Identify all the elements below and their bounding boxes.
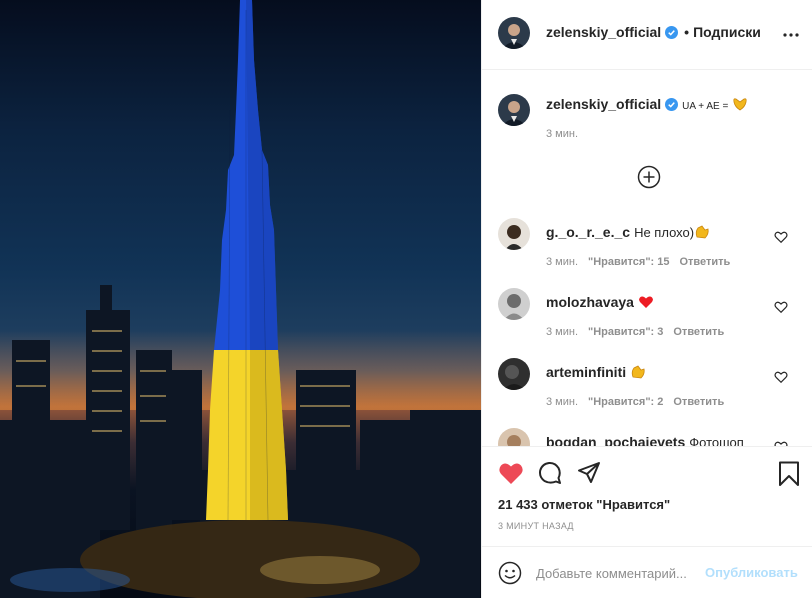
comment-time: 3 мин. xyxy=(546,326,579,338)
post-header: zelenskiy_official • Подписки xyxy=(482,0,812,70)
burj-khalifa-photo xyxy=(0,0,481,598)
heart-icon[interactable] xyxy=(498,461,524,485)
comments-list[interactable]: g._o._r._e._c Не плохо) 3 мин. "Нравится":… xyxy=(482,218,812,447)
caption-username[interactable]: zelenskiy_official xyxy=(546,96,661,112)
comment-text: Не плохо) xyxy=(634,225,695,240)
post-photo[interactable] xyxy=(0,0,481,598)
post-timestamp: 3 МИНУТ НАЗАД xyxy=(498,521,574,531)
caption-avatar[interactable] xyxy=(498,94,530,126)
comment-likes[interactable]: "Нравится": 15 xyxy=(588,256,669,268)
smiley-icon[interactable] xyxy=(498,561,522,585)
verified-icon xyxy=(665,98,679,111)
commenter-avatar[interactable] xyxy=(498,218,530,250)
commenter-avatar[interactable] xyxy=(498,358,530,390)
commenter-username[interactable]: g._o._r._e._c xyxy=(546,224,630,240)
comment-item: arteminfiniti 3 мин. "Нравится": 2 Ответит… xyxy=(482,358,812,428)
comment-time: 3 мин. xyxy=(546,256,579,268)
post-actions: 21 433 отметок "Нравится" 3 МИНУТ НАЗАД xyxy=(482,446,812,546)
heart-icon[interactable] xyxy=(774,230,788,244)
comment-item: g._o._r._e._c Не плохо) 3 мин. "Нравится":… xyxy=(482,218,812,288)
author-username[interactable]: zelenskiy_official xyxy=(546,24,661,40)
bookmark-icon[interactable] xyxy=(778,461,800,487)
likes-count[interactable]: 21 433 отметок "Нравится" xyxy=(498,497,670,512)
heart-icon[interactable] xyxy=(774,300,788,314)
heart-hands-emoji-icon xyxy=(733,98,747,111)
commenter-avatar[interactable] xyxy=(498,428,530,447)
publish-button[interactable]: Опубликовать xyxy=(705,565,798,580)
comment-icon[interactable] xyxy=(538,461,562,485)
comment-likes[interactable]: "Нравится": 3 xyxy=(588,326,663,338)
reply-button[interactable]: Ответить xyxy=(673,326,724,338)
author-avatar[interactable] xyxy=(498,17,530,49)
clap-hands-emoji-icon xyxy=(695,225,709,239)
caption-text: UA + AE = xyxy=(682,101,729,112)
comment-item: bogdan_pochaievets Фотошоп xyxy=(482,428,812,447)
verified-icon xyxy=(665,26,679,39)
commenter-username[interactable]: molozhavaya xyxy=(546,294,634,310)
following-button[interactable]: Подписки xyxy=(693,24,761,40)
comment-item: molozhavaya 3 мин. "Нравится": 3 Ответить xyxy=(482,288,812,358)
follow-separator: • xyxy=(684,24,690,40)
more-icon[interactable] xyxy=(782,26,800,44)
commenter-avatar[interactable] xyxy=(498,288,530,320)
share-icon[interactable] xyxy=(577,461,601,485)
commenter-username[interactable]: arteminfiniti xyxy=(546,364,626,380)
reply-button[interactable]: Ответить xyxy=(673,396,724,408)
comment-likes[interactable]: "Нравится": 2 xyxy=(588,396,663,408)
clap-hands-emoji-icon xyxy=(631,365,645,379)
red-heart-emoji-icon xyxy=(639,296,653,308)
add-comment-bar: Опубликовать xyxy=(482,546,812,598)
post-details-pane: zelenskiy_official • Подписки zelenskiy_of… xyxy=(481,0,812,598)
plus-circle-icon[interactable] xyxy=(637,165,661,189)
caption-time: 3 мин. xyxy=(546,128,579,140)
heart-icon[interactable] xyxy=(774,370,788,384)
comment-input[interactable] xyxy=(536,562,701,584)
comment-time: 3 мин. xyxy=(546,396,579,408)
reply-button[interactable]: Ответить xyxy=(679,256,730,268)
